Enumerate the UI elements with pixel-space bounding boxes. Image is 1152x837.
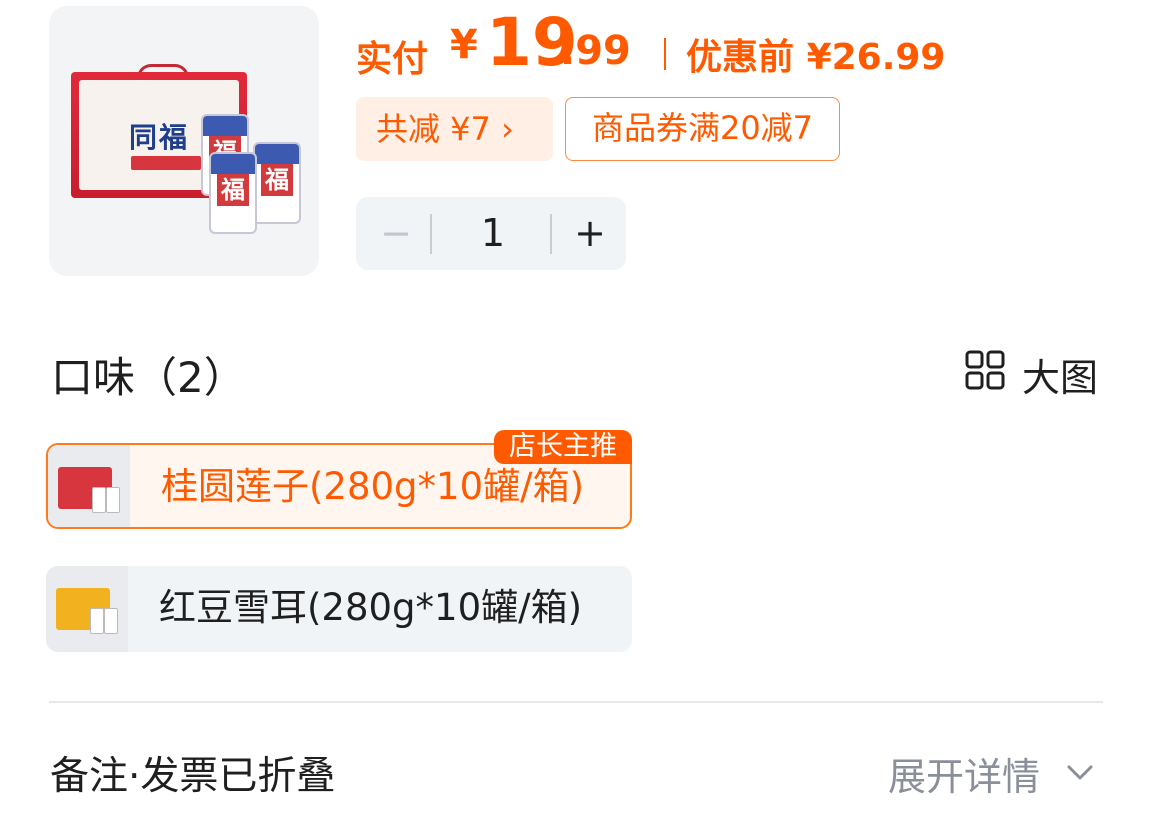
big-picture-toggle[interactable]: 大图 (1022, 347, 1098, 402)
mini-can (106, 487, 120, 513)
original-price: 优惠前 ¥26.99 (686, 28, 945, 80)
coupon-chip[interactable]: 商品券满20减7 (565, 97, 840, 161)
decrease-button[interactable]: − (366, 197, 426, 270)
chevron-down-icon[interactable] (1064, 756, 1096, 788)
mini-can (104, 608, 118, 634)
section-divider (49, 701, 1103, 703)
price-divider (664, 38, 666, 70)
total-discount-chip[interactable]: 共减 ¥7 › (356, 97, 553, 161)
can-3-char: 福 (217, 174, 249, 206)
grid-view-icon[interactable] (965, 350, 1005, 390)
flavor-option-1-thumb (48, 445, 130, 527)
note-invoice-label: 备注·发票已折叠 (50, 754, 336, 799)
flavor-section-title: 口味（2） (51, 353, 246, 402)
paid-label: 实付 (356, 39, 429, 80)
flavor-option-2-thumb (46, 566, 128, 652)
mini-can (92, 487, 106, 513)
can-3: 福 (209, 152, 257, 234)
recommend-badge: 店长主推 (494, 430, 632, 464)
original-price-label: 优惠前 (686, 37, 795, 78)
original-price-value: ¥26.99 (806, 37, 946, 78)
quantity-value[interactable]: 1 (436, 197, 550, 270)
stepper-separator (430, 214, 432, 254)
can-2-char: 福 (261, 164, 293, 196)
product-image[interactable]: 同福 福 福 福 (49, 6, 319, 276)
stepper-separator (550, 214, 552, 254)
flavor-option-2-label: 红豆雪耳(280g*10罐/箱) (159, 586, 583, 629)
price-decimal: .99 (560, 28, 631, 74)
can-2: 福 (253, 142, 301, 224)
flavor-option-2[interactable]: 红豆雪耳(280g*10罐/箱) (46, 566, 632, 652)
box-strip (131, 156, 201, 170)
price-currency: ¥ (450, 22, 478, 68)
expand-details-button[interactable]: 展开详情 (888, 746, 1040, 801)
quantity-stepper: − 1 + (356, 197, 626, 270)
mini-can (90, 608, 104, 634)
box-brand-text: 同福 (129, 121, 190, 154)
increase-button[interactable]: + (560, 197, 620, 270)
